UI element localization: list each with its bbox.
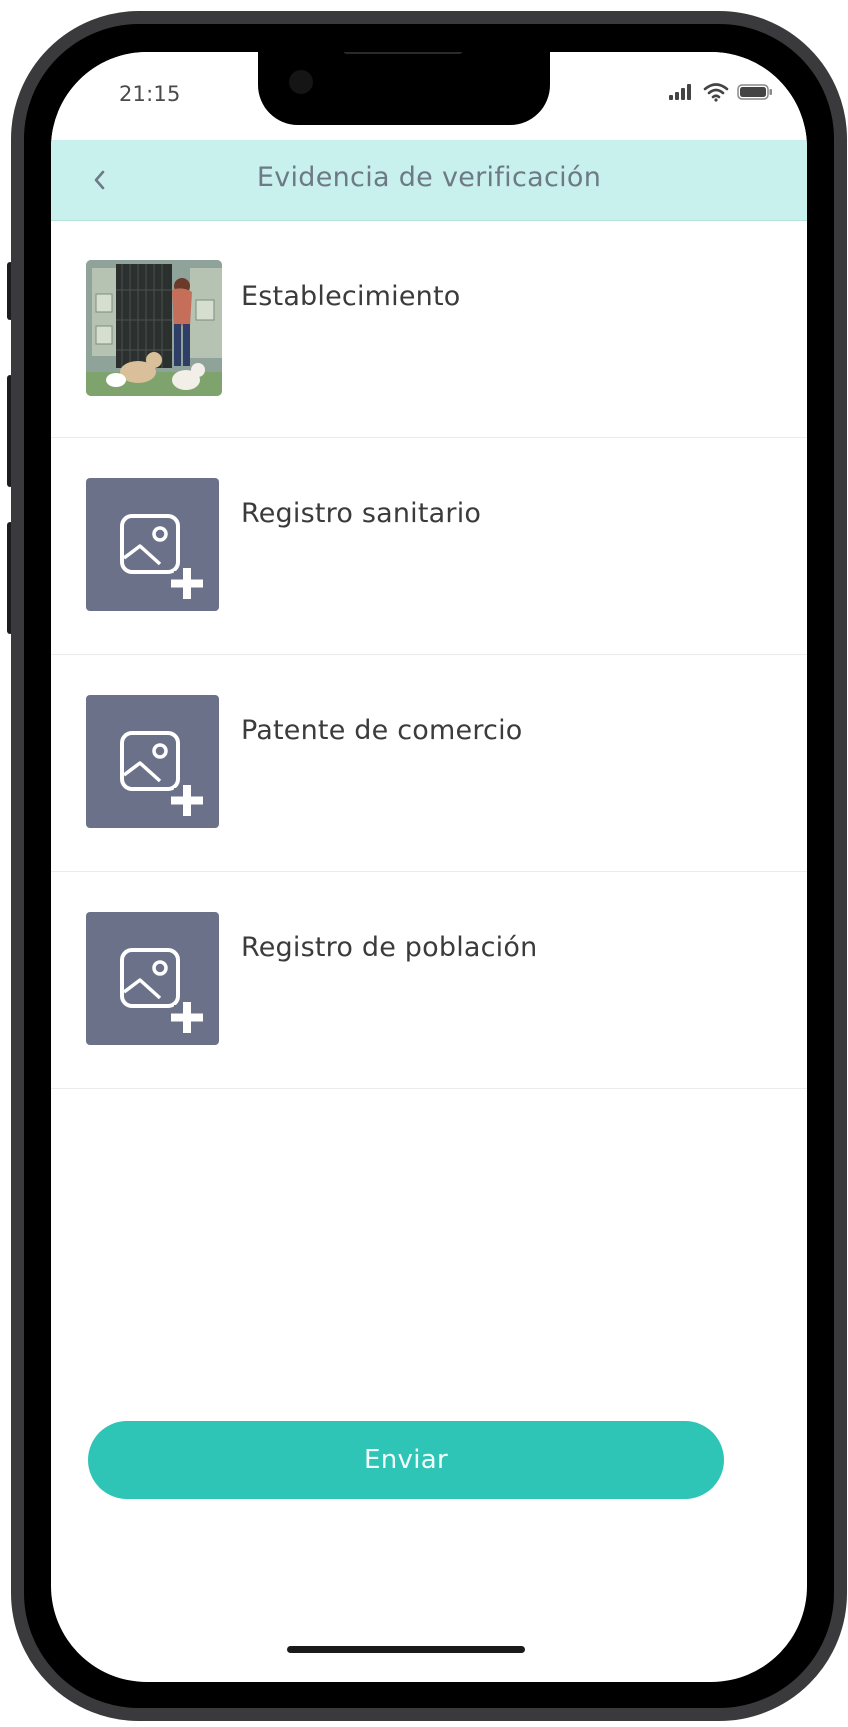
send-button[interactable]: Enviar [88,1421,724,1499]
evidence-item-patente-de-comercio[interactable]: Patente de comercio [51,655,807,872]
evidence-item-label: Registro sanitario [241,498,482,529]
add-image-icon [120,948,203,1033]
status-time: 21:15 [119,82,181,106]
evidence-item-label: Establecimiento [241,281,461,312]
evidence-item-establecimiento[interactable]: Establecimiento [51,221,807,438]
establishment-photo[interactable] [86,260,222,396]
home-indicator[interactable] [287,1646,525,1653]
add-photo-button[interactable] [86,912,219,1045]
phone-frame: 21:15 Evidencia de verificación Establec… [11,11,847,1721]
evidence-item-label: Patente de comercio [241,715,523,746]
evidence-item-label: Registro de población [241,932,538,963]
cellular-signal-icon [669,84,691,100]
battery-icon [737,84,772,100]
evidence-item-registro-de-poblacion[interactable]: Registro de población [51,872,807,1089]
add-image-icon [120,731,203,816]
add-image-icon [120,514,203,599]
add-photo-button[interactable] [86,478,219,611]
navigation-header: Evidencia de verificación [51,140,807,221]
page-title: Evidencia de verificación [256,162,602,193]
app-screen: 21:15 Evidencia de verificación Establec… [51,52,807,1682]
notch [258,52,550,125]
evidence-list: Establecimiento Registro sanitario Paten… [51,221,807,1089]
add-photo-button[interactable] [86,695,219,828]
front-camera [289,70,313,94]
wifi-icon [703,83,729,102]
establishment-photo-image [86,260,222,396]
notch-speaker [343,52,463,54]
status-icons [667,82,773,102]
evidence-item-registro-sanitario[interactable]: Registro sanitario [51,438,807,655]
status-bar: 21:15 [51,52,807,140]
